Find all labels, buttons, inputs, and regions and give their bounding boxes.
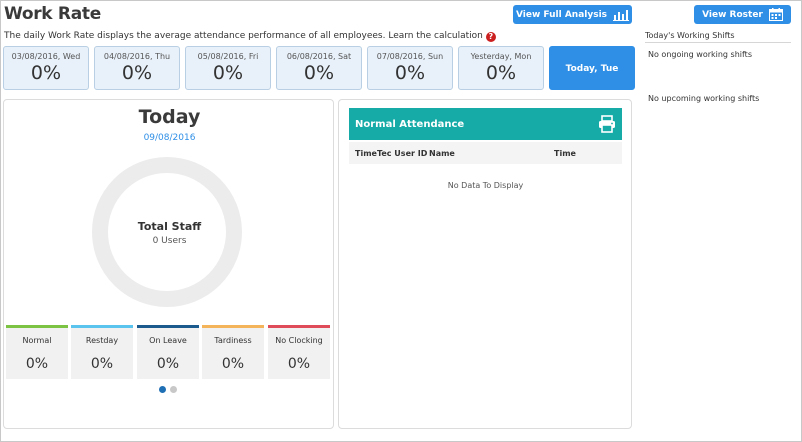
stat-label: On Leave <box>149 336 187 345</box>
day-card-date: 04/08/2016, Thu <box>103 52 171 61</box>
stat-label: Tardiness <box>214 336 252 345</box>
attendance-table-header: TimeTec User ID Name Time <box>349 142 622 164</box>
stat-color-bar <box>202 325 264 328</box>
stat-value: 0% <box>25 356 49 372</box>
stat-value: 0% <box>156 356 180 372</box>
day-card-rate: 0% <box>30 62 62 84</box>
view-full-analysis-label: View Full Analysis <box>515 9 608 20</box>
stat-value: 0% <box>221 356 245 372</box>
page-subtitle: The daily Work Rate displays the average… <box>4 31 496 42</box>
working-shifts-divider <box>645 42 791 43</box>
normal-attendance-header: Normal Attendance <box>349 108 622 140</box>
today-summary-panel: Today 09/08/2016 Total Staff 0 Users Nor… <box>3 99 334 429</box>
subtitle-text: The daily Work Rate displays the average… <box>4 31 483 41</box>
stat-tardiness[interactable]: Tardiness 0% <box>202 325 264 379</box>
day-card-2[interactable]: 04/08/2016, Thu 0% <box>94 46 180 90</box>
day-card-rate: 0% <box>212 62 244 84</box>
bar-chart-icon <box>613 9 630 21</box>
day-card-rate: 0% <box>485 62 517 84</box>
stat-restday[interactable]: Restday 0% <box>71 325 133 379</box>
today-heading: Today <box>138 106 201 128</box>
day-card-date: 05/08/2016, Fri <box>197 52 259 61</box>
day-card-6[interactable]: Yesterday, Mon 0% <box>458 46 544 90</box>
stat-color-bar <box>6 325 68 328</box>
day-card-rate: 0% <box>394 62 426 84</box>
stat-color-bar <box>71 325 133 328</box>
day-card-today[interactable]: Today, Tue <box>549 46 635 90</box>
stat-color-bar <box>137 325 199 328</box>
column-header-time[interactable]: Time <box>554 149 576 158</box>
day-card-4[interactable]: 06/08/2016, Sat 0% <box>276 46 362 90</box>
day-card-5[interactable]: 07/08/2016, Sun 0% <box>367 46 453 90</box>
day-card-rate: 0% <box>121 62 153 84</box>
stat-label: No Clocking <box>275 336 323 345</box>
upcoming-shifts-text: No upcoming working shifts <box>648 94 760 103</box>
help-icon[interactable]: ? <box>485 32 496 42</box>
day-card-date: 06/08/2016, Sat <box>286 52 352 61</box>
day-card-date: Yesterday, Mon <box>470 52 532 61</box>
normal-attendance-title: Normal Attendance <box>355 118 465 130</box>
calendar-icon <box>768 8 783 21</box>
normal-attendance-panel: Normal Attendance TimeTec User ID Name T… <box>338 99 632 429</box>
stat-label: Restday <box>85 336 119 345</box>
view-full-analysis-button[interactable]: View Full Analysis <box>513 5 632 24</box>
day-card-1[interactable]: 03/08/2016, Wed 0% <box>3 46 89 90</box>
today-date: 09/08/2016 <box>143 133 196 143</box>
total-staff-value: 0 Users <box>152 236 187 246</box>
page-title: Work Rate <box>4 4 101 24</box>
day-card-3[interactable]: 05/08/2016, Fri 0% <box>185 46 271 90</box>
stat-value: 0% <box>287 356 311 372</box>
stat-color-bar <box>268 325 330 328</box>
print-icon[interactable] <box>598 115 616 133</box>
empty-table-message: No Data To Display <box>447 181 524 190</box>
pager-dot[interactable] <box>170 386 177 393</box>
day-card-date: 07/08/2016, Sun <box>376 52 444 61</box>
column-header-name[interactable]: Name <box>429 149 455 158</box>
stat-label: Normal <box>22 336 52 345</box>
ongoing-shifts-text: No ongoing working shifts <box>648 50 752 59</box>
working-shifts-title: Today's Working Shifts <box>645 31 735 40</box>
column-header-user-id[interactable]: TimeTec User ID <box>355 149 427 158</box>
stat-value: 0% <box>90 356 114 372</box>
day-card-date: Today, Tue <box>565 64 619 74</box>
stat-no-clocking[interactable]: No Clocking 0% <box>268 325 330 379</box>
day-card-date: 03/08/2016, Wed <box>11 52 81 61</box>
pager-dot-active[interactable] <box>159 386 166 393</box>
stat-on-leave[interactable]: On Leave 0% <box>137 325 199 379</box>
view-roster-label: View Roster <box>702 9 763 20</box>
day-card-rate: 0% <box>303 62 335 84</box>
stat-normal[interactable]: Normal 0% <box>6 325 68 379</box>
view-roster-button[interactable]: View Roster <box>694 5 791 24</box>
total-staff-label: Total Staff <box>137 220 202 233</box>
